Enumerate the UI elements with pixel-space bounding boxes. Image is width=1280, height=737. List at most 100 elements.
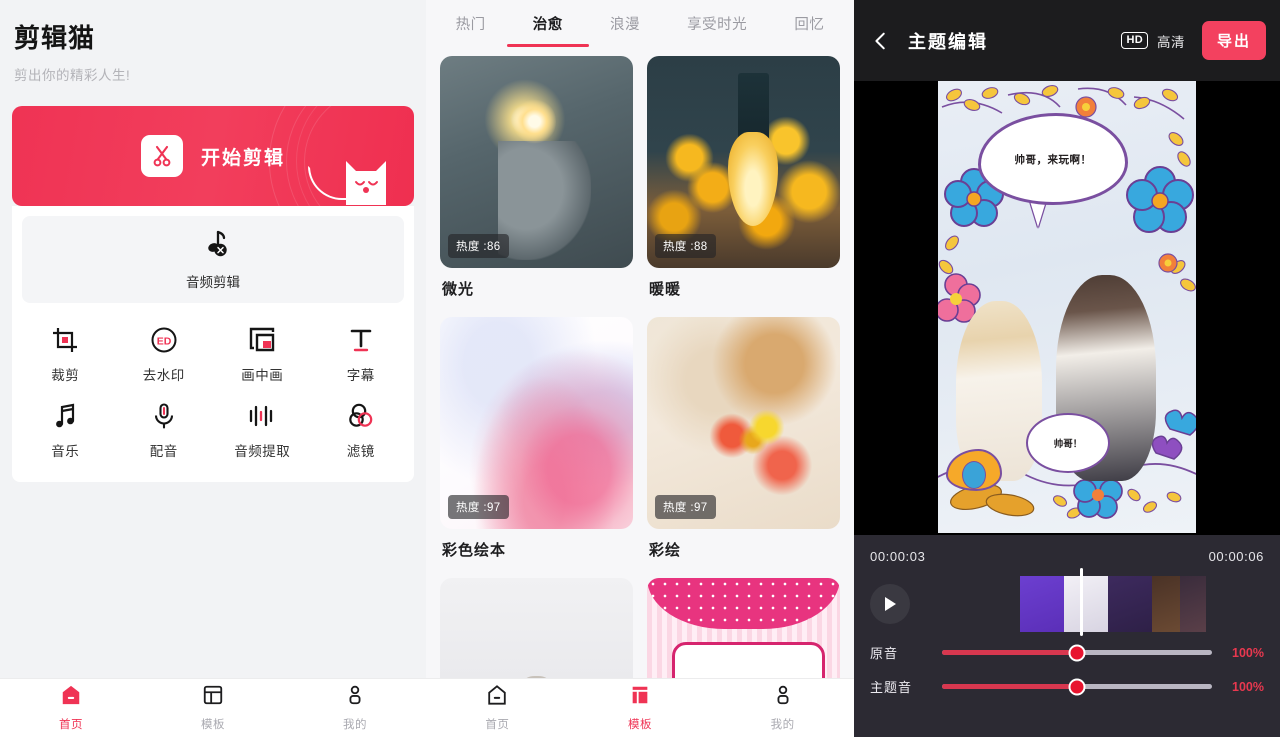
current-time: 00:00:03 [870, 549, 926, 564]
filmstrip-frame [1180, 576, 1206, 632]
slider-original-audio: 原音 100% [870, 637, 1264, 668]
tab-romance[interactable]: 浪漫 [608, 1, 642, 47]
play-button[interactable] [870, 584, 910, 624]
tab-hot[interactable]: 热门 [454, 1, 488, 47]
slider-knob[interactable] [1068, 644, 1086, 661]
heat-badge: 热度 :97 [448, 495, 509, 519]
template-card[interactable]: 热度 :86 微光 [440, 56, 633, 311]
export-button[interactable]: 导出 [1201, 21, 1266, 60]
original-audio-slider[interactable] [942, 644, 1212, 661]
timeline-times: 00:00:03 00:00:06 [870, 549, 1264, 564]
hd-quality-label[interactable]: 高清 [1157, 31, 1185, 51]
hd-badge[interactable]: HD [1121, 31, 1148, 50]
filmstrip[interactable] [1020, 576, 1206, 632]
tool-picture-in-picture[interactable]: 画中画 [213, 325, 312, 384]
app-title: 剪辑猫 [14, 23, 96, 53]
text-subtitle-icon [347, 325, 375, 355]
picture-in-picture-icon [248, 325, 276, 355]
music-note-icon [51, 401, 79, 431]
template-thumbnail: 热度 :86 [440, 56, 633, 268]
tool-filter[interactable]: 滤镜 [312, 401, 411, 460]
filmstrip-frame [1020, 576, 1064, 632]
filter-circles-icon [346, 401, 376, 431]
template-name: 暖暖 [649, 281, 682, 298]
tab-memory[interactable]: 回忆 [792, 1, 826, 47]
template-card[interactable]: 热度 :88 暖暖 [647, 56, 840, 311]
template-thumbnail: 热度 :97 [440, 317, 633, 529]
nav-home-label: 首页 [59, 719, 83, 731]
template-thumbnail: 热度 :88 [647, 56, 840, 268]
home-bottom-nav: 首页 模板 我的 [0, 678, 426, 737]
app-subtitle: 剪出你的精彩人生! [14, 68, 131, 83]
tool-pip-label: 画中画 [241, 368, 284, 383]
slider-fill [942, 684, 1077, 689]
speech-bubble-text-2: 帅哥！ [1053, 439, 1083, 450]
template-grid: 热度 :86 微光 热度 :88 暖暖 热度 :97 彩色绘本 热度 :97 彩… [440, 56, 840, 737]
video-preview[interactable]: 帅哥，来玩啊！ 帅哥！ [938, 81, 1196, 533]
heat-badge: 热度 :97 [655, 495, 716, 519]
speech-bubble-text: 帅哥，来玩啊！ [1014, 153, 1092, 166]
svg-text:ED: ED [156, 335, 171, 347]
template-card[interactable]: 热度 :97 彩色绘本 [440, 317, 633, 572]
crop-icon [51, 325, 79, 355]
music-note-cut-icon [198, 229, 228, 264]
nav-item-template[interactable]: 模板 [142, 684, 284, 732]
template-icon [629, 684, 651, 711]
person-icon [344, 684, 366, 711]
nav-item-home[interactable]: 首页 [426, 684, 569, 732]
tool-remove-watermark[interactable]: ED 去水印 [115, 325, 214, 384]
template-icon [202, 684, 224, 711]
preview-stage: 帅哥，来玩啊！ 帅哥！ [854, 81, 1280, 535]
templates-bottom-nav: 首页 模板 我的 [426, 678, 854, 737]
home-icon [486, 684, 508, 711]
tab-healing[interactable]: 治愈 [531, 1, 565, 47]
template-name: 微光 [442, 281, 475, 298]
nav-item-mine[interactable]: 我的 [284, 684, 426, 732]
heat-badge: 热度 :86 [448, 234, 509, 258]
template-list[interactable]: 热度 :86 微光 热度 :88 暖暖 热度 :97 彩色绘本 热度 :97 彩… [426, 48, 854, 737]
slider-knob[interactable] [1068, 678, 1086, 695]
nav-item-mine[interactable]: 我的 [711, 684, 854, 732]
playhead-indicator[interactable] [1080, 568, 1083, 636]
chevron-left-icon[interactable] [868, 28, 894, 54]
template-category-tabs: 热门 治愈 浪漫 享受时光 回忆 [426, 0, 854, 48]
templates-panel: 热门 治愈 浪漫 享受时光 回忆 热度 :86 微光 热度 :88 暖暖 热度 … [426, 0, 854, 737]
audio-edit-label: 音频剪辑 [186, 275, 240, 290]
original-audio-label: 原音 [870, 646, 899, 661]
tool-remove-watermark-label: 去水印 [142, 368, 185, 383]
tool-dubbing[interactable]: 配音 [115, 401, 214, 460]
heat-badge: 热度 :88 [655, 234, 716, 258]
home-header: 剪辑猫 剪出你的精彩人生! [0, 0, 426, 84]
nav-mine-label: 我的 [770, 719, 795, 731]
tool-crop[interactable]: 裁剪 [16, 325, 115, 384]
nav-item-home[interactable]: 首页 [0, 684, 142, 732]
speech-bubble: 帅哥，来玩啊！ [978, 113, 1128, 205]
nav-home-label: 首页 [485, 719, 510, 731]
cat-mascot-icon [338, 155, 394, 206]
tool-music-label: 音乐 [51, 444, 80, 459]
audio-edit-entry[interactable]: 音频剪辑 [22, 216, 404, 303]
nav-mine-label: 我的 [343, 719, 367, 731]
tool-crop-label: 裁剪 [51, 368, 80, 383]
editor-timeline: 00:00:03 00:00:06 原音 100% 主题音 100% [854, 535, 1280, 737]
theme-audio-label: 主题音 [870, 680, 913, 695]
editor-title: 主题编辑 [908, 31, 988, 52]
tool-subtitle[interactable]: 字幕 [312, 325, 411, 384]
tool-grid: 裁剪 ED 去水印 画中画 字幕 音乐 配音 音频提取 滤镜 [12, 303, 414, 482]
tool-music[interactable]: 音乐 [16, 401, 115, 460]
tool-audio-extract[interactable]: 音频提取 [213, 401, 312, 460]
template-name: 彩绘 [649, 542, 682, 559]
start-editing-banner[interactable]: 开始剪辑 [12, 106, 414, 206]
editor-header: 主题编辑 HD 高清 导出 [854, 0, 1280, 81]
start-editing-label: 开始剪辑 [200, 147, 285, 169]
theme-audio-slider[interactable] [942, 678, 1212, 695]
tab-good-time[interactable]: 享受时光 [685, 1, 749, 47]
nav-item-template[interactable]: 模板 [569, 684, 712, 732]
template-thumbnail: 热度 :97 [647, 317, 840, 529]
tool-audio-extract-label: 音频提取 [234, 444, 291, 459]
microphone-icon [150, 401, 178, 431]
watermark-remove-icon: ED [150, 325, 178, 355]
template-card[interactable]: 热度 :97 彩绘 [647, 317, 840, 572]
scissors-icon [140, 135, 183, 177]
speech-bubble-secondary: 帅哥！ [1026, 413, 1110, 473]
